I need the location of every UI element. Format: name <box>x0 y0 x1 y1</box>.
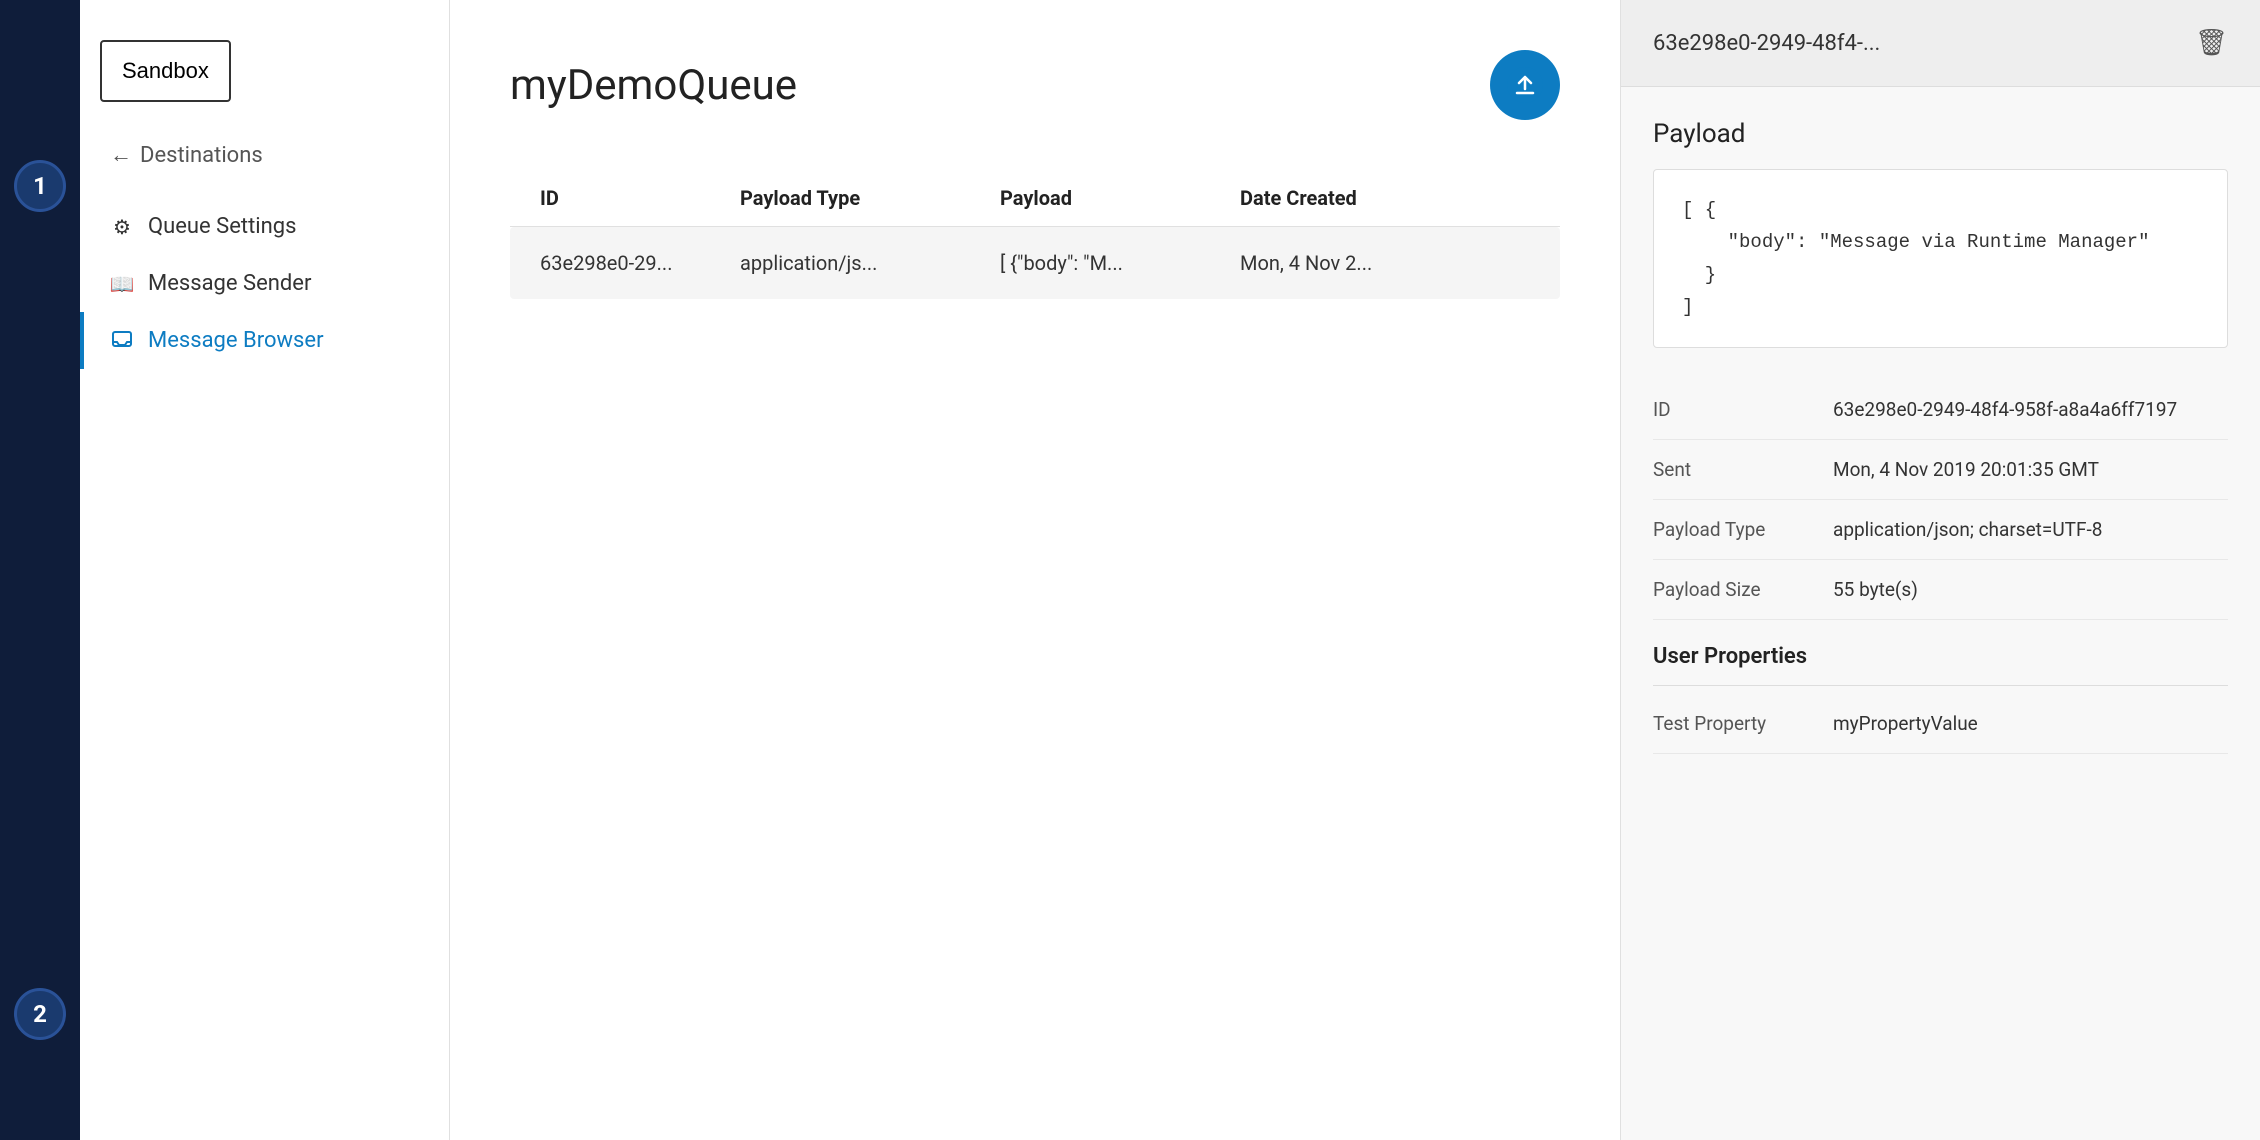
sidebar-item-label: Message Browser <box>148 328 324 353</box>
book-icon: 📖 <box>110 272 134 296</box>
user-property-value: myPropertyValue <box>1833 712 2228 735</box>
detail-value-id: 63e298e0-2949-48f4-958f-a8a4a6ff7197 <box>1833 398 2228 421</box>
back-link[interactable]: ← Destinations <box>80 142 449 198</box>
col-payload-type: Payload Type <box>740 186 1000 210</box>
left-rail: 1 2 <box>0 0 80 1140</box>
back-arrow-icon: ← <box>110 142 132 168</box>
message-id-title: 63e298e0-2949-48f4-... <box>1653 31 1880 56</box>
detail-row-id: ID 63e298e0-2949-48f4-958f-a8a4a6ff7197 <box>1653 380 2228 440</box>
table-row[interactable]: 63e298e0-29... application/js... [ {"bod… <box>510 227 1560 299</box>
user-properties-title: User Properties <box>1653 620 2228 686</box>
detail-value-sent: Mon, 4 Nov 2019 20:01:35 GMT <box>1833 458 2228 481</box>
delete-icon[interactable]: 🗑 <box>2195 28 2228 58</box>
user-property-label: Test Property <box>1653 712 1813 735</box>
sidebar-item-message-sender[interactable]: 📖 Message Sender <box>80 255 449 312</box>
table-header: ID Payload Type Payload Date Created <box>510 170 1560 227</box>
detail-row-payload-size: Payload Size 55 byte(s) <box>1653 560 2228 620</box>
sidebar-item-label: Queue Settings <box>148 214 297 239</box>
detail-label-payload-size: Payload Size <box>1653 578 1813 601</box>
right-panel-body: Payload [ { "body": "Message via Runtime… <box>1621 87 2260 786</box>
cell-payload-type: application/js... <box>740 251 1000 275</box>
upload-icon <box>1507 67 1543 103</box>
nav-sidebar: Sandbox ← Destinations ⚙ Queue Settings … <box>80 0 450 1140</box>
inbox-icon <box>110 329 134 353</box>
queue-title: myDemoQueue <box>510 61 797 110</box>
detail-row-sent: Sent Mon, 4 Nov 2019 20:01:35 GMT <box>1653 440 2228 500</box>
detail-label-sent: Sent <box>1653 458 1813 481</box>
gear-icon: ⚙ <box>110 215 134 239</box>
right-panel: 63e298e0-2949-48f4-... 🗑 Payload [ { "bo… <box>1620 0 2260 1140</box>
detail-label-id: ID <box>1653 398 1813 421</box>
payload-code: [ { "body": "Message via Runtime Manager… <box>1653 169 2228 348</box>
detail-row-payload-type: Payload Type application/json; charset=U… <box>1653 500 2228 560</box>
main-header: myDemoQueue <box>510 50 1560 120</box>
upload-button[interactable] <box>1490 50 1560 120</box>
main-content: myDemoQueue ID Payload Type Payload Date… <box>450 0 1620 1140</box>
right-panel-header: 63e298e0-2949-48f4-... 🗑 <box>1621 0 2260 87</box>
col-id: ID <box>540 186 740 210</box>
badge-2: 2 <box>14 988 66 1040</box>
sidebar-item-queue-settings[interactable]: ⚙ Queue Settings <box>80 198 449 255</box>
detail-value-payload-size: 55 byte(s) <box>1833 578 2228 601</box>
col-payload: Payload <box>1000 186 1240 210</box>
message-table: ID Payload Type Payload Date Created 63e… <box>510 170 1560 299</box>
sidebar-item-label: Message Sender <box>148 271 311 296</box>
back-label: Destinations <box>140 143 263 168</box>
payload-section-title: Payload <box>1653 119 2228 149</box>
cell-id: 63e298e0-29... <box>540 251 740 275</box>
detail-label-payload-type: Payload Type <box>1653 518 1813 541</box>
detail-value-payload-type: application/json; charset=UTF-8 <box>1833 518 2228 541</box>
cell-payload: [ {"body": "M... <box>1000 251 1240 275</box>
badge-1: 1 <box>14 160 66 212</box>
sandbox-button[interactable]: Sandbox <box>100 40 231 102</box>
col-date-created: Date Created <box>1240 186 1530 210</box>
user-property-row: Test Property myPropertyValue <box>1653 694 2228 754</box>
sidebar-item-message-browser[interactable]: Message Browser <box>80 312 449 369</box>
cell-date-created: Mon, 4 Nov 2... <box>1240 251 1530 275</box>
payload-section: Payload [ { "body": "Message via Runtime… <box>1653 119 2228 348</box>
